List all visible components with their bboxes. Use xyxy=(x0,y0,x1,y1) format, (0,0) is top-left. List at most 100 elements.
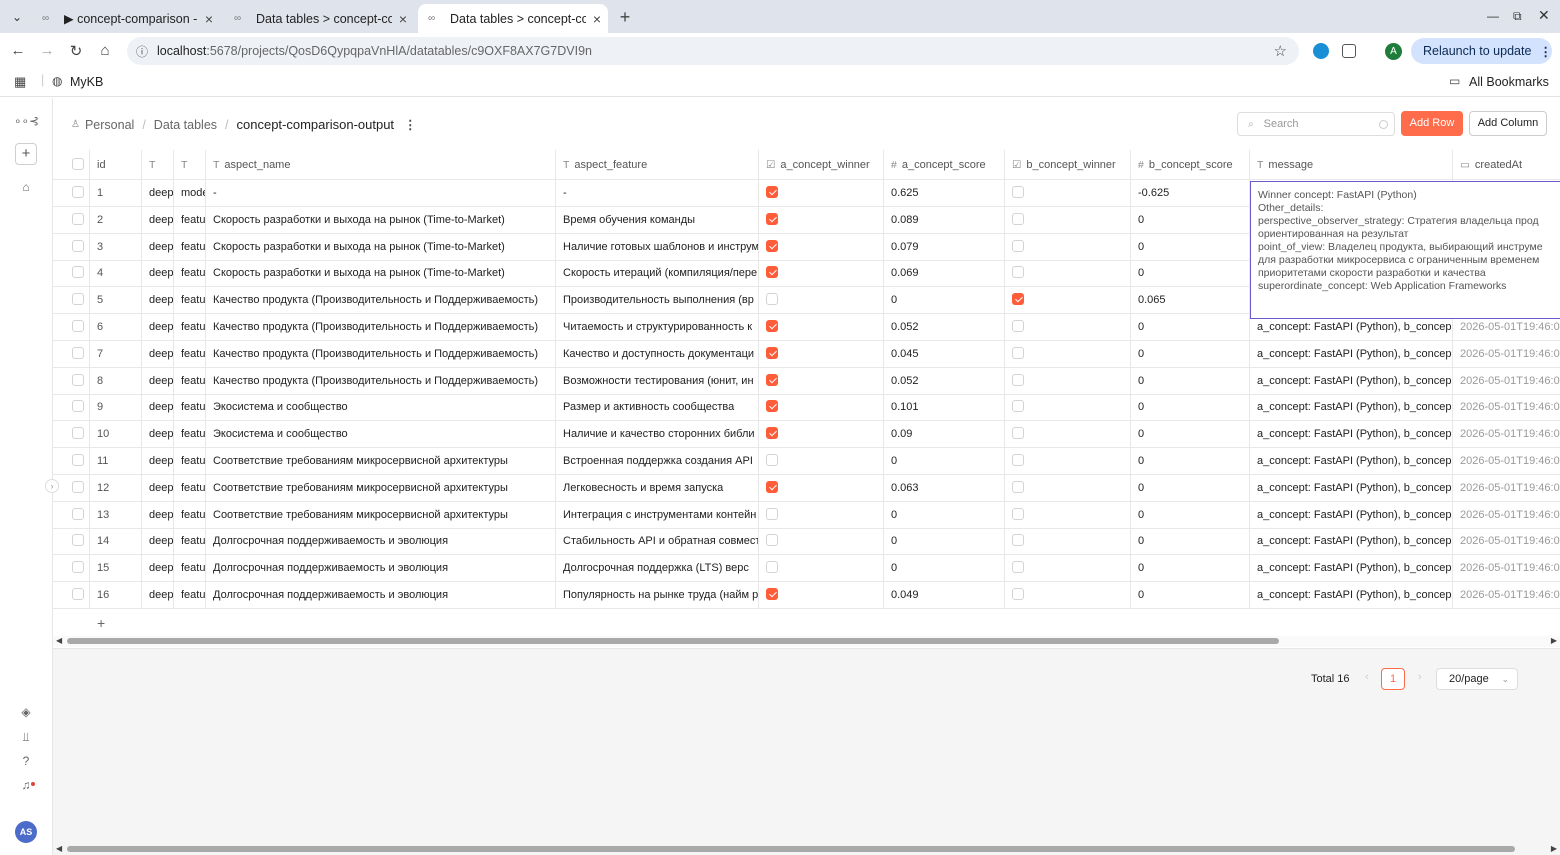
cell-b-score[interactable]: 0 xyxy=(1131,501,1250,529)
table-horizontal-scrollbar[interactable]: ◀ ▶ xyxy=(53,636,1560,647)
kebab-menu-icon[interactable]: ⋮ xyxy=(1539,44,1552,59)
cell-a-win[interactable] xyxy=(759,180,884,207)
cell-aspect-feature[interactable]: Стабильность API и обратная совмест xyxy=(556,528,759,556)
b-winner-checkbox[interactable] xyxy=(1012,346,1024,359)
prev-page-icon[interactable]: ‹ xyxy=(1365,671,1369,683)
cell-a-score[interactable]: 0.052 xyxy=(884,314,1005,341)
cell-id[interactable]: 15 xyxy=(90,555,142,583)
profile-avatar[interactable]: A xyxy=(1385,43,1402,60)
cell-a-score[interactable]: 0.09 xyxy=(884,421,1005,449)
cell-a-score[interactable]: 0.101 xyxy=(884,394,1005,422)
cell-id[interactable]: 11 xyxy=(90,448,142,475)
cell-id[interactable]: 16 xyxy=(90,582,142,609)
b-winner-checkbox[interactable] xyxy=(1012,534,1024,547)
cell-c1[interactable]: deep xyxy=(142,260,174,288)
url-bar[interactable]: ⓘ localhost:5678/projects/QosD6QypqpaVnH… xyxy=(127,37,1299,65)
row-select-cell[interactable] xyxy=(53,233,90,261)
cell-aspect-feature[interactable]: Легковесность и время запуска xyxy=(556,474,759,502)
download-extension-icon[interactable] xyxy=(1313,43,1329,59)
a-winner-checkbox[interactable] xyxy=(766,212,778,225)
row-select-cell[interactable] xyxy=(53,582,90,609)
cell-c2[interactable]: featu xyxy=(174,340,206,368)
cell-message[interactable]: a_concept: FastAPI (Python), b_concep xyxy=(1250,474,1453,502)
cell-id[interactable]: 3 xyxy=(90,233,142,261)
cell-c1[interactable]: deep xyxy=(142,367,174,395)
cell-a-score[interactable]: 0.063 xyxy=(884,474,1005,502)
cell-b-win[interactable] xyxy=(1005,206,1131,234)
cell-id[interactable]: 2 xyxy=(90,206,142,234)
cell-created[interactable]: 2026-05-01T19:46:0 xyxy=(1453,341,1560,368)
a-winner-checkbox[interactable] xyxy=(766,266,778,279)
cell-aspect-feature[interactable]: Встроенная поддержка создания API xyxy=(556,448,759,475)
cell-b-win[interactable] xyxy=(1005,260,1131,288)
cell-c1[interactable]: deep xyxy=(142,340,174,368)
column-header-b-concept-score[interactable]: # b_concept_score xyxy=(1131,150,1250,180)
row-checkbox[interactable] xyxy=(72,588,84,601)
cell-aspect-feature[interactable]: Читаемость и структурированность к xyxy=(556,314,759,341)
cell-id[interactable]: 12 xyxy=(90,474,142,502)
cell-b-score[interactable]: -0.625 xyxy=(1131,180,1250,207)
cell-aspect-name[interactable]: Долгосрочная поддерживаемость и эволюция xyxy=(206,528,556,556)
site-info-icon[interactable]: ⓘ xyxy=(127,43,157,60)
column-header-col-2[interactable]: T xyxy=(142,150,174,180)
cell-c2[interactable]: featu xyxy=(174,367,206,395)
cell-c2[interactable]: featu xyxy=(174,555,206,583)
search-input[interactable]: ⌕ Search xyxy=(1237,112,1395,136)
column-header-a-concept-score[interactable]: # a_concept_score xyxy=(884,150,1005,180)
b-winner-checkbox[interactable] xyxy=(1012,427,1024,440)
relaunch-button[interactable]: Relaunch to update ⋮ xyxy=(1411,38,1552,64)
close-tab-icon[interactable]: × xyxy=(586,11,608,27)
cell-a-score[interactable]: 0.069 xyxy=(884,260,1005,288)
cell-aspect-feature[interactable]: Возможности тестирования (юнит, ин xyxy=(556,367,759,395)
cell-c1[interactable]: deep xyxy=(142,233,174,261)
a-winner-checkbox[interactable] xyxy=(766,186,778,199)
cell-a-score[interactable]: 0.089 xyxy=(884,206,1005,234)
cell-message[interactable]: a_concept: FastAPI (Python), b_concep xyxy=(1250,340,1453,368)
cell-a-win[interactable] xyxy=(759,474,884,502)
cell-b-win[interactable] xyxy=(1005,367,1131,395)
scrollbar-thumb[interactable] xyxy=(67,638,1279,644)
cell-c2[interactable]: featu xyxy=(174,448,206,475)
a-winner-checkbox[interactable] xyxy=(766,293,778,306)
a-winner-checkbox[interactable] xyxy=(766,507,778,520)
home-icon[interactable]: ⌂ xyxy=(95,42,115,59)
a-winner-checkbox[interactable] xyxy=(766,239,778,252)
cell-a-win[interactable] xyxy=(759,233,884,261)
cell-b-win[interactable] xyxy=(1005,287,1131,315)
cell-b-score[interactable]: 0.065 xyxy=(1131,287,1250,315)
cell-c2[interactable]: featu xyxy=(174,314,206,341)
cell-aspect-name[interactable]: Качество продукта (Производительность и … xyxy=(206,340,556,368)
minimize-icon[interactable]: — xyxy=(1487,9,1499,23)
a-winner-checkbox[interactable] xyxy=(766,534,778,547)
user-avatar[interactable]: AS xyxy=(15,821,37,843)
cell-aspect-feature[interactable]: Наличие готовых шаблонов и инструм xyxy=(556,233,759,261)
cell-a-score[interactable]: 0 xyxy=(884,555,1005,583)
column-header-b-concept-winner[interactable]: ☑ b_concept_winner xyxy=(1005,150,1131,180)
cell-b-win[interactable] xyxy=(1005,421,1131,449)
cell-a-win[interactable] xyxy=(759,582,884,609)
b-winner-checkbox[interactable] xyxy=(1012,454,1024,467)
b-winner-checkbox[interactable] xyxy=(1012,320,1024,333)
cell-id[interactable]: 10 xyxy=(90,421,142,449)
column-header-aspect-feature[interactable]: Taspect_feature xyxy=(556,150,759,180)
cell-id[interactable]: 8 xyxy=(90,367,142,395)
cell-id[interactable]: 9 xyxy=(90,394,142,422)
cell-b-score[interactable]: 0 xyxy=(1131,448,1250,475)
scroll-right-arrow-icon[interactable]: ▶ xyxy=(1551,636,1557,645)
cell-c1[interactable]: deep xyxy=(142,528,174,556)
cell-c1[interactable]: deep xyxy=(142,421,174,449)
cell-b-win[interactable] xyxy=(1005,555,1131,583)
a-winner-checkbox[interactable] xyxy=(766,427,778,440)
row-checkbox[interactable] xyxy=(72,480,84,493)
a-winner-checkbox[interactable] xyxy=(766,454,778,467)
cell-c2[interactable]: featu xyxy=(174,421,206,449)
b-winner-checkbox[interactable] xyxy=(1012,212,1024,225)
cell-b-win[interactable] xyxy=(1005,528,1131,556)
cell-b-win[interactable] xyxy=(1005,501,1131,529)
cell-created[interactable]: 2026-05-01T19:46:0 xyxy=(1453,555,1560,582)
row-checkbox[interactable] xyxy=(72,561,84,574)
row-select-cell[interactable] xyxy=(53,394,90,422)
a-winner-checkbox[interactable] xyxy=(766,400,778,413)
cell-id[interactable]: 6 xyxy=(90,314,142,341)
cell-aspect-feature[interactable]: Скорость итераций (компиляция/пере xyxy=(556,260,759,288)
